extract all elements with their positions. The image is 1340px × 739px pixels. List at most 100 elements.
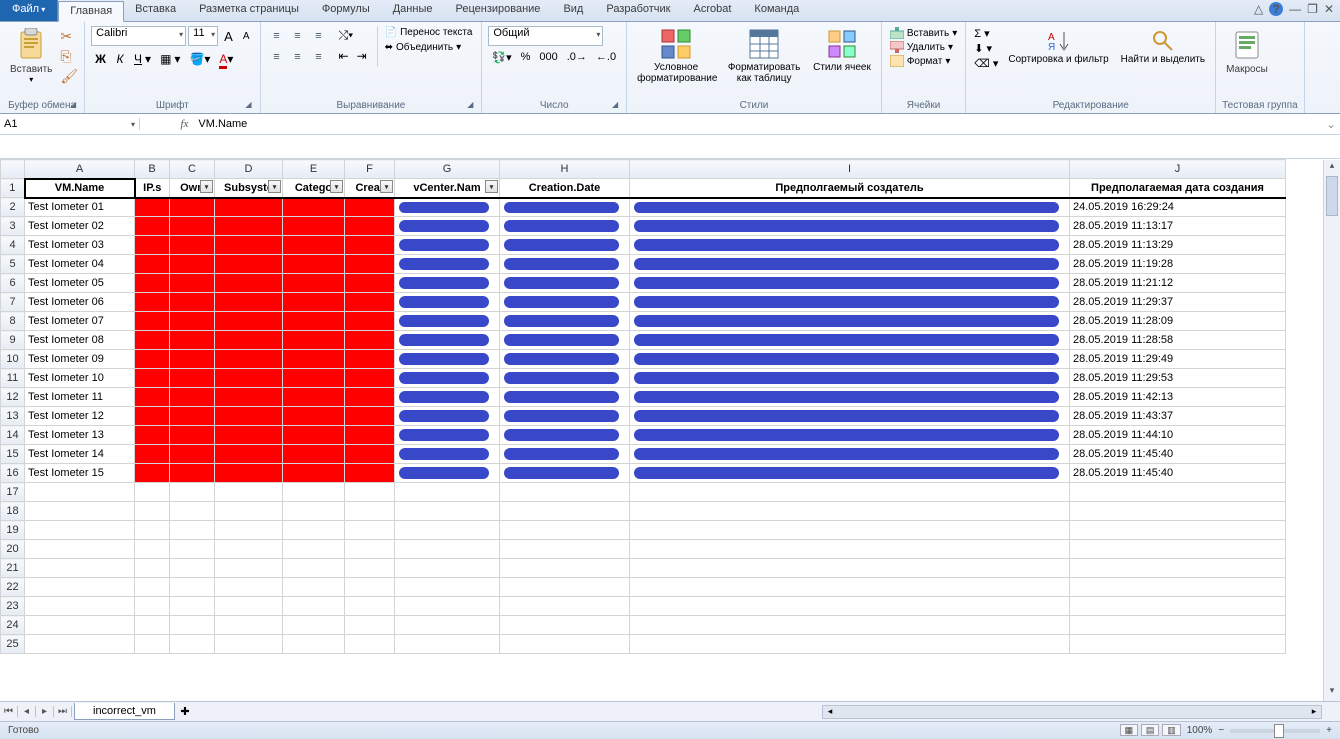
cell[interactable]: 28.05.2019 11:19:28 — [1070, 255, 1286, 274]
cell[interactable]: 24.05.2019 16:29:24 — [1070, 198, 1286, 217]
delete-cells-button[interactable]: Удалить ▾ — [888, 40, 959, 54]
cell[interactable] — [500, 236, 630, 255]
row-header[interactable]: 2 — [1, 198, 25, 217]
align-left-button[interactable]: ≡ — [267, 47, 287, 67]
align-top-button[interactable]: ≡ — [267, 26, 287, 46]
cell[interactable] — [170, 388, 215, 407]
cell[interactable] — [135, 502, 170, 521]
cell[interactable] — [215, 597, 283, 616]
cell[interactable]: Test Iometer 10 — [25, 369, 135, 388]
cell[interactable] — [25, 521, 135, 540]
cell[interactable] — [1070, 521, 1286, 540]
cell[interactable] — [170, 217, 215, 236]
zoom-slider[interactable] — [1230, 729, 1320, 733]
cell[interactable] — [135, 578, 170, 597]
cell[interactable] — [500, 578, 630, 597]
cell[interactable] — [170, 426, 215, 445]
cell[interactable] — [500, 217, 630, 236]
cell[interactable] — [135, 407, 170, 426]
cell[interactable] — [135, 445, 170, 464]
align-middle-button[interactable]: ≡ — [288, 26, 308, 46]
new-sheet-icon[interactable]: ✚ — [175, 705, 195, 718]
cell[interactable] — [1070, 559, 1286, 578]
cell[interactable] — [630, 331, 1070, 350]
cell[interactable] — [500, 274, 630, 293]
cell[interactable] — [395, 255, 500, 274]
cell[interactable] — [345, 236, 395, 255]
cell[interactable]: Test Iometer 15 — [25, 464, 135, 483]
formula-input[interactable] — [194, 118, 1322, 130]
cell[interactable] — [345, 635, 395, 654]
ribbon-tab[interactable]: Формулы — [311, 0, 382, 21]
cell[interactable] — [630, 388, 1070, 407]
cell[interactable] — [25, 578, 135, 597]
cell[interactable] — [283, 616, 345, 635]
cell[interactable] — [170, 597, 215, 616]
cell[interactable] — [170, 293, 215, 312]
row-header[interactable]: 17 — [1, 483, 25, 502]
underline-button[interactable]: Ч ▾ — [130, 50, 155, 69]
cell[interactable] — [630, 502, 1070, 521]
cell[interactable] — [283, 350, 345, 369]
cell[interactable] — [1070, 635, 1286, 654]
ribbon-tab[interactable]: Вид — [552, 0, 595, 21]
cell[interactable]: Test Iometer 07 — [25, 312, 135, 331]
view-page-layout-icon[interactable]: ▤ — [1141, 724, 1160, 736]
cell[interactable] — [170, 198, 215, 217]
cell[interactable] — [283, 255, 345, 274]
cell[interactable] — [500, 464, 630, 483]
scroll-down-icon[interactable]: ▾ — [1324, 685, 1340, 701]
cell[interactable] — [395, 293, 500, 312]
row-header[interactable]: 19 — [1, 521, 25, 540]
cell[interactable] — [170, 312, 215, 331]
cell[interactable] — [345, 255, 395, 274]
table-header-cell[interactable]: Предполгаемый создатель — [630, 179, 1070, 198]
cell[interactable] — [395, 464, 500, 483]
row-header[interactable]: 24 — [1, 616, 25, 635]
cell[interactable] — [630, 559, 1070, 578]
cell[interactable] — [215, 616, 283, 635]
table-header-cell[interactable]: VM.Name — [25, 179, 135, 198]
table-header-cell[interactable]: IP.s — [135, 179, 170, 198]
cell[interactable] — [630, 635, 1070, 654]
cell[interactable] — [283, 483, 345, 502]
cell[interactable] — [170, 616, 215, 635]
window-minimize-icon[interactable]: — — [1289, 2, 1301, 16]
align-bottom-button[interactable]: ≡ — [309, 26, 329, 46]
cell[interactable] — [345, 274, 395, 293]
cell[interactable] — [630, 293, 1070, 312]
copy-icon[interactable]: ⎘ — [60, 48, 78, 65]
format-cells-button[interactable]: Формат ▾ — [888, 54, 959, 68]
cell[interactable] — [283, 635, 345, 654]
cell-styles-button[interactable]: Стили ячеек — [809, 26, 875, 86]
cell[interactable] — [630, 445, 1070, 464]
cell[interactable] — [25, 540, 135, 559]
cell[interactable] — [215, 635, 283, 654]
cell[interactable] — [170, 331, 215, 350]
fill-button[interactable]: ⬇ ▾ — [972, 41, 1000, 56]
cell[interactable] — [135, 255, 170, 274]
cell[interactable] — [630, 369, 1070, 388]
cell[interactable] — [345, 540, 395, 559]
zoom-in-icon[interactable]: + — [1326, 725, 1332, 736]
cell[interactable] — [630, 350, 1070, 369]
cell[interactable] — [135, 616, 170, 635]
cell[interactable] — [630, 464, 1070, 483]
cell[interactable] — [395, 445, 500, 464]
column-header[interactable]: J — [1070, 160, 1286, 179]
fx-icon[interactable]: fx — [180, 118, 194, 130]
cell[interactable] — [215, 312, 283, 331]
cell[interactable] — [215, 388, 283, 407]
table-header-cell[interactable]: Own▾ — [170, 179, 215, 198]
cell[interactable] — [215, 369, 283, 388]
cell[interactable] — [135, 331, 170, 350]
cell[interactable] — [345, 407, 395, 426]
cell[interactable] — [170, 559, 215, 578]
cell[interactable] — [500, 445, 630, 464]
name-box-input[interactable] — [4, 118, 104, 130]
cell[interactable] — [500, 350, 630, 369]
cell[interactable] — [283, 331, 345, 350]
column-header[interactable]: B — [135, 160, 170, 179]
borders-button[interactable]: ▦ ▾ — [156, 50, 184, 69]
increase-decimal-button[interactable]: .0→ — [563, 50, 591, 65]
